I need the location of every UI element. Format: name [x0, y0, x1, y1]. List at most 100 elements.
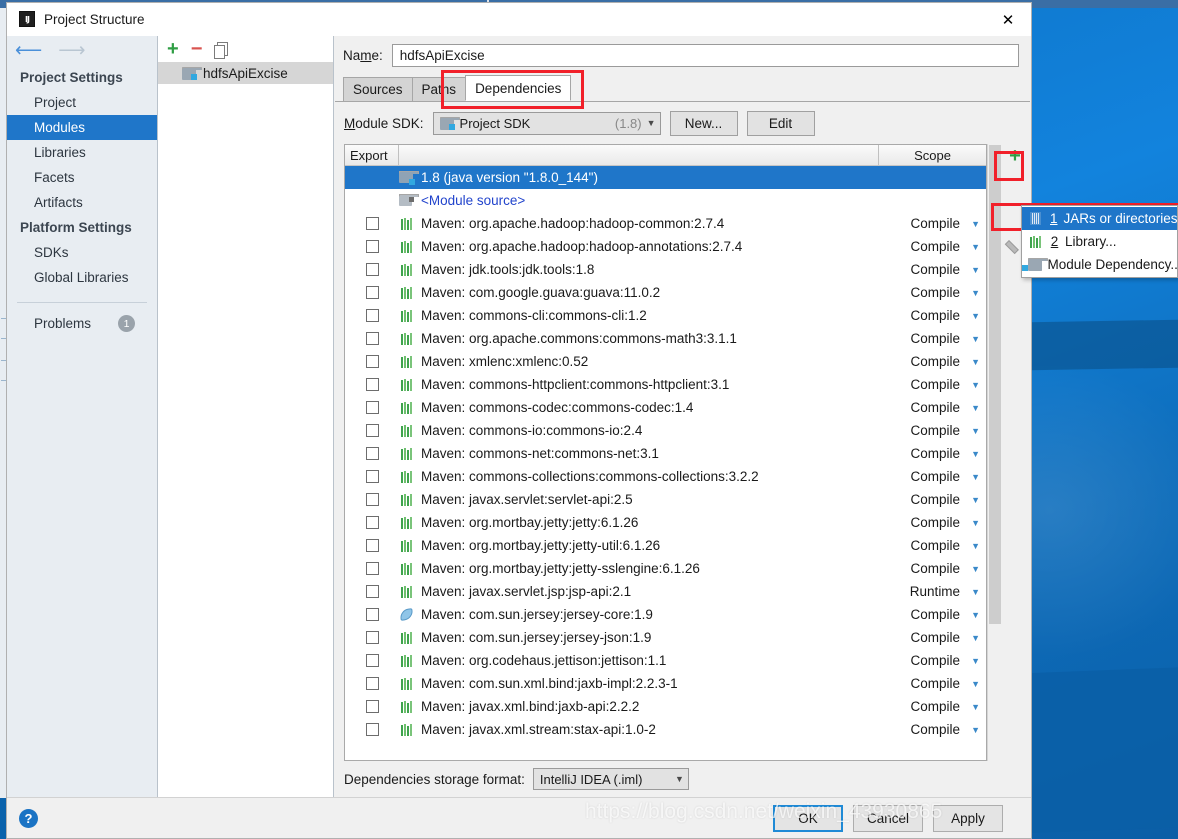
apply-button[interactable]: Apply	[933, 804, 1003, 832]
scope-cell[interactable]: Compile ▼	[879, 423, 986, 438]
close-icon[interactable]: ✕	[985, 3, 1031, 36]
export-checkbox[interactable]	[365, 355, 379, 368]
sidebar-item-libraries[interactable]: Libraries	[7, 140, 157, 165]
export-checkbox-cell[interactable]	[345, 447, 399, 460]
table-row[interactable]: Maven: jdk.tools:jdk.tools:1.8 Compile ▼	[345, 258, 986, 281]
add-module-button[interactable]: +	[167, 39, 179, 59]
menu-item-jars-or-directories[interactable]: 1 JARs or directories...	[1022, 207, 1178, 230]
scope-cell[interactable]: Compile ▼	[879, 216, 986, 231]
chevron-down-icon[interactable]: ▼	[971, 656, 980, 666]
add-dependency-button[interactable]: +	[1002, 144, 1028, 168]
export-checkbox-cell[interactable]	[345, 723, 399, 736]
tab-paths[interactable]: Paths	[411, 77, 467, 101]
chevron-down-icon[interactable]: ▼	[971, 518, 980, 528]
scope-cell[interactable]: Compile ▼	[879, 446, 986, 461]
table-row[interactable]: Maven: commons-httpclient:commons-httpcl…	[345, 373, 986, 396]
table-row[interactable]: 1.8 (java version "1.8.0_144")	[345, 166, 986, 189]
module-list-item[interactable]: hdfsApiExcise	[158, 62, 333, 84]
table-row[interactable]: Maven: org.apache.hadoop:hadoop-annotati…	[345, 235, 986, 258]
scope-cell[interactable]: Compile ▼	[879, 308, 986, 323]
export-checkbox-cell[interactable]	[345, 654, 399, 667]
new-sdk-button[interactable]: New...	[669, 110, 738, 136]
export-checkbox[interactable]	[365, 677, 379, 690]
chevron-down-icon[interactable]: ▼	[971, 610, 980, 620]
chevron-down-icon[interactable]: ▼	[971, 403, 980, 413]
export-checkbox-cell[interactable]	[345, 309, 399, 322]
chevron-down-icon[interactable]: ▼	[971, 564, 980, 574]
export-checkbox-cell[interactable]	[345, 677, 399, 690]
chevron-down-icon[interactable]: ▼	[971, 334, 980, 344]
scope-cell[interactable]: Compile ▼	[879, 515, 986, 530]
scope-cell[interactable]: Runtime ▼	[879, 584, 986, 599]
table-row[interactable]: Maven: javax.servlet.jsp:jsp-api:2.1 Runt…	[345, 580, 986, 603]
export-checkbox[interactable]	[365, 723, 379, 736]
sidebar-item-project[interactable]: Project	[7, 90, 157, 115]
module-name-input[interactable]: hdfsApiExcise	[391, 43, 1019, 67]
scope-cell[interactable]: Compile ▼	[879, 354, 986, 369]
chevron-down-icon[interactable]: ▼	[971, 242, 980, 252]
table-row[interactable]: Maven: org.apache.hadoop:hadoop-common:2…	[345, 212, 986, 235]
chevron-down-icon[interactable]: ▼	[971, 449, 980, 459]
export-checkbox-cell[interactable]	[345, 470, 399, 483]
scope-cell[interactable]: Compile ▼	[879, 331, 986, 346]
column-header-export[interactable]: Export	[345, 145, 399, 165]
table-row[interactable]: Maven: commons-io:commons-io:2.4 Compile ▼	[345, 419, 986, 442]
sidebar-item-global-libraries[interactable]: Global Libraries	[7, 265, 157, 290]
chevron-down-icon[interactable]: ▼	[971, 702, 980, 712]
table-row[interactable]: Maven: javax.servlet:servlet-api:2.5 Comp…	[345, 488, 986, 511]
export-checkbox[interactable]	[365, 516, 379, 529]
table-row[interactable]: Maven: org.mortbay.jetty:jetty-sslengine…	[345, 557, 986, 580]
export-checkbox-cell[interactable]	[345, 378, 399, 391]
tab-dependencies[interactable]: Dependencies	[465, 75, 572, 101]
table-row[interactable]: Maven: org.mortbay.jetty:jetty:6.1.26 Com…	[345, 511, 986, 534]
export-checkbox[interactable]	[365, 631, 379, 644]
export-checkbox-cell[interactable]	[345, 539, 399, 552]
table-row[interactable]: Maven: org.apache.commons:commons-math3:…	[345, 327, 986, 350]
sidebar-item-artifacts[interactable]: Artifacts	[7, 190, 157, 215]
chevron-down-icon[interactable]: ▼	[971, 288, 980, 298]
export-checkbox-cell[interactable]	[345, 424, 399, 437]
table-row[interactable]: Maven: javax.xml.bind:jaxb-api:2.2.2 Comp…	[345, 695, 986, 718]
dependencies-table-body[interactable]: 1.8 (java version "1.8.0_144") <Module so…	[345, 166, 986, 760]
export-checkbox[interactable]	[365, 654, 379, 667]
export-checkbox-cell[interactable]	[345, 286, 399, 299]
export-checkbox[interactable]	[365, 401, 379, 414]
export-checkbox[interactable]	[365, 217, 379, 230]
remove-module-button[interactable]: −	[191, 39, 203, 59]
table-row[interactable]: Maven: commons-codec:commons-codec:1.4 Co…	[345, 396, 986, 419]
copy-icon[interactable]	[214, 41, 229, 59]
export-checkbox-cell[interactable]	[345, 585, 399, 598]
sidebar-item-facets[interactable]: Facets	[7, 165, 157, 190]
export-checkbox[interactable]	[365, 263, 379, 276]
chevron-down-icon[interactable]: ▼	[971, 495, 980, 505]
export-checkbox-cell[interactable]	[345, 516, 399, 529]
export-checkbox[interactable]	[365, 424, 379, 437]
dependencies-storage-format-select[interactable]: IntelliJ IDEA (.iml) ▼	[532, 768, 689, 790]
sidebar-item-sdks[interactable]: SDKs	[7, 240, 157, 265]
export-checkbox[interactable]	[365, 378, 379, 391]
help-button[interactable]: ?	[19, 808, 38, 828]
table-row[interactable]: Maven: xmlenc:xmlenc:0.52 Compile ▼	[345, 350, 986, 373]
forward-arrow-icon[interactable]: ⟶	[58, 41, 85, 60]
export-checkbox-cell[interactable]	[345, 401, 399, 414]
export-checkbox-cell[interactable]	[345, 240, 399, 253]
export-checkbox[interactable]	[365, 562, 379, 575]
export-checkbox-cell[interactable]	[345, 355, 399, 368]
export-checkbox[interactable]	[365, 332, 379, 345]
export-checkbox[interactable]	[365, 286, 379, 299]
export-checkbox[interactable]	[365, 493, 379, 506]
chevron-down-icon[interactable]: ▼	[971, 633, 980, 643]
scope-cell[interactable]: Compile ▼	[879, 492, 986, 507]
table-row[interactable]: Maven: com.sun.xml.bind:jaxb-impl:2.2.3-…	[345, 672, 986, 695]
export-checkbox[interactable]	[365, 470, 379, 483]
scope-cell[interactable]: Compile ▼	[879, 377, 986, 392]
scope-cell[interactable]: Compile ▼	[879, 630, 986, 645]
export-checkbox-cell[interactable]	[345, 263, 399, 276]
table-row[interactable]: Maven: com.sun.jersey:jersey-json:1.9 Com…	[345, 626, 986, 649]
sidebar-item-modules[interactable]: Modules	[7, 115, 157, 140]
chevron-down-icon[interactable]: ▼	[971, 587, 980, 597]
scope-cell[interactable]: Compile ▼	[879, 699, 986, 714]
tab-sources[interactable]: Sources	[343, 77, 413, 101]
chevron-down-icon[interactable]: ▼	[971, 541, 980, 551]
scope-cell[interactable]: Compile ▼	[879, 285, 986, 300]
